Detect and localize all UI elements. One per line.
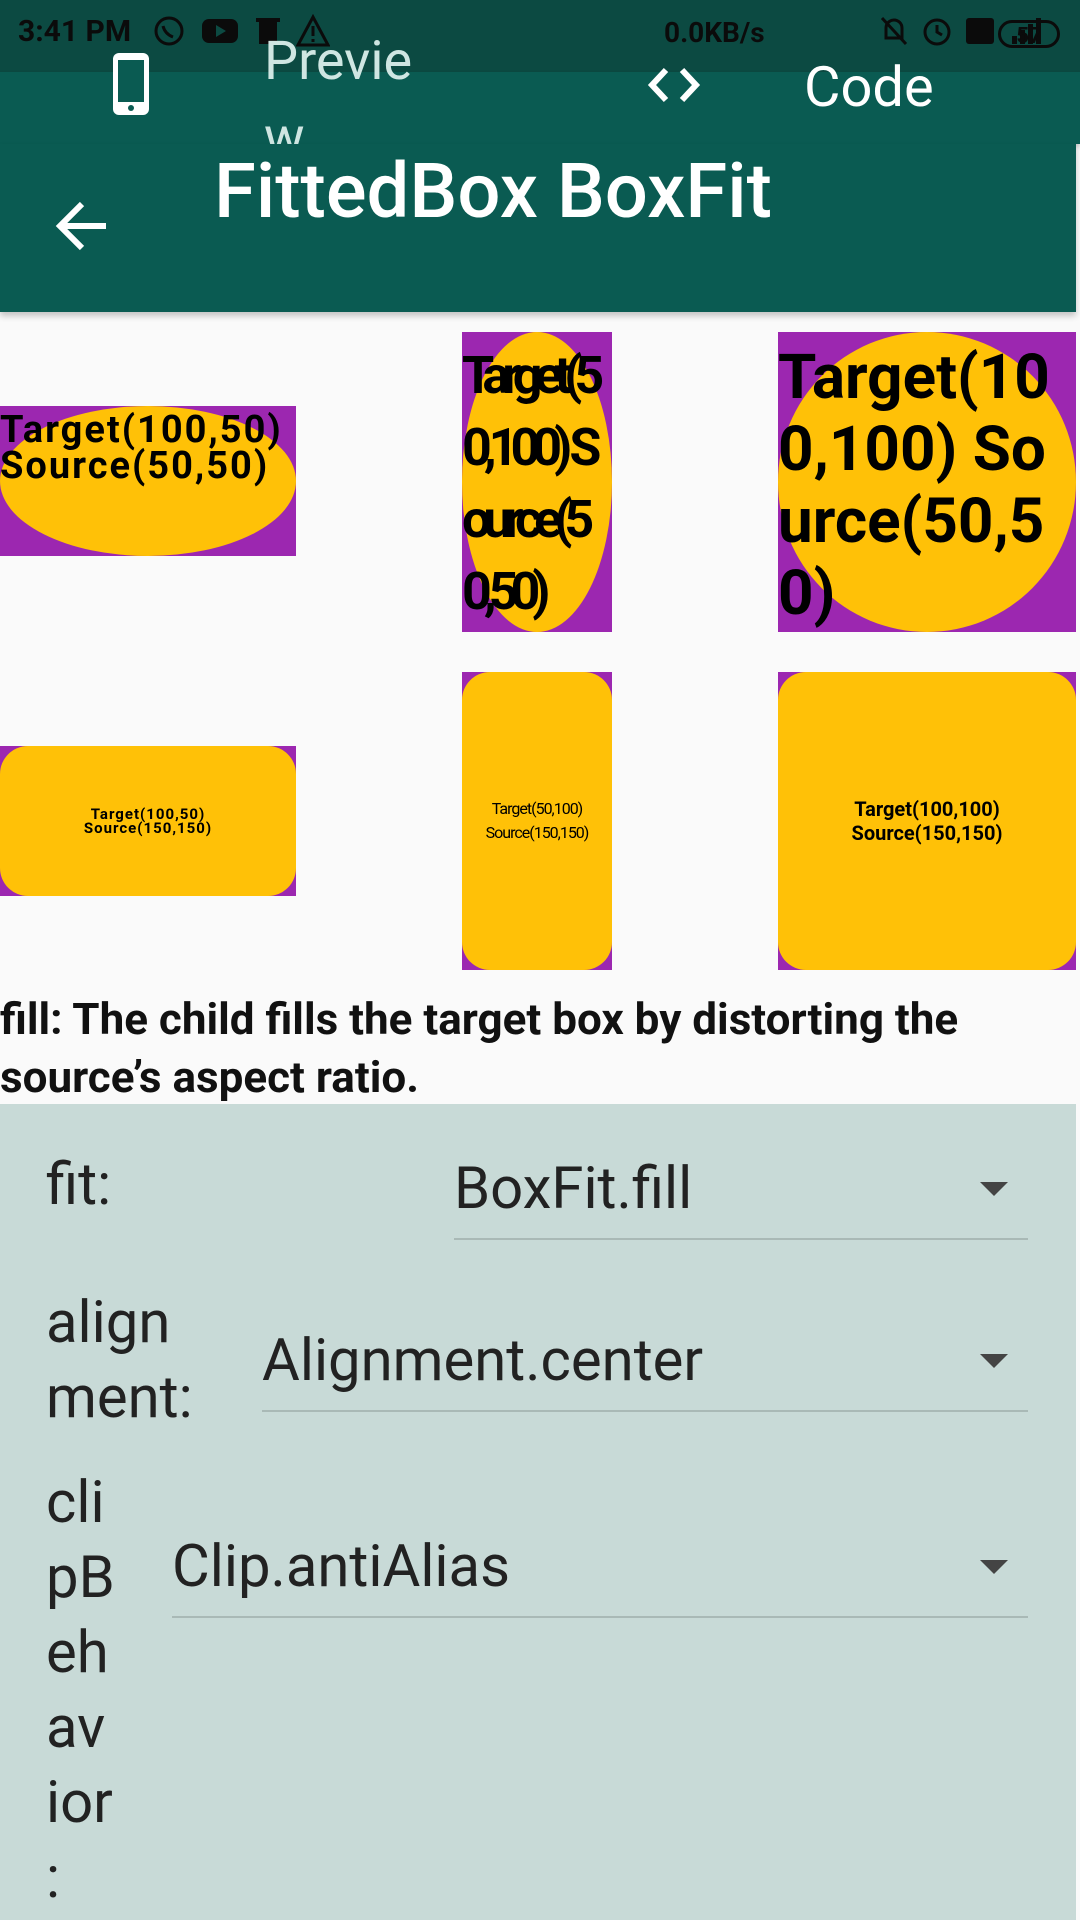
phone-icon[interactable] — [110, 50, 152, 118]
demo-box-r2c3: Target(100,100) Source(150,150) — [778, 672, 1076, 970]
network-speed: 0.0KB/s — [664, 16, 765, 49]
fit-label: fit: — [46, 1151, 112, 1219]
demo-label: Target(100,100) Source(150,150) — [851, 797, 1003, 845]
demo-box-r2c1: Target(100,50) Source(150,150) — [0, 746, 296, 896]
dropdown-arrow-icon — [980, 1560, 1008, 1574]
battery-indicator: 57 — [998, 20, 1060, 49]
status-time: 3:41 PM — [18, 14, 132, 49]
demo-label: Target(50,100) Source(150,150) — [485, 799, 590, 842]
demo-label: Target(100,100) Source(50,50) — [778, 341, 1050, 630]
alarm-icon — [920, 14, 954, 55]
clip-value: Clip.antiAlias — [172, 1533, 511, 1601]
clip-dropdown[interactable]: Clip.antiAlias — [172, 1518, 1028, 1618]
dropdown-arrow-icon — [980, 1354, 1008, 1368]
demo-label: Target(100,50) Source(150,150) — [83, 805, 213, 837]
whatsapp-icon — [152, 14, 186, 55]
alignment-dropdown[interactable]: Alignment.center — [262, 1312, 1028, 1412]
demo-box-r1c2: Target(50,100) Source(50,50) — [462, 332, 612, 632]
demo-box-r1c1: Target(100,50) Source(50,50) — [0, 406, 296, 556]
youtube-icon — [200, 14, 240, 55]
controls-panel: fit: BoxFit.fill align ment: Alignment.c… — [0, 1104, 1076, 1920]
fit-description: fill: The child fills the target box by … — [0, 993, 959, 1103]
app-bar: FittedBox BoxFit — [0, 144, 1076, 312]
page-title: FittedBox BoxFit — [214, 146, 772, 236]
demo-box-r1c3: Target(100,100) Source(50,50) — [778, 332, 1076, 632]
fit-value: BoxFit.fill — [454, 1155, 693, 1223]
demo-box-r2c2: Target(50,100) Source(150,150) — [462, 672, 612, 970]
volte-icon — [964, 14, 996, 55]
demo-label: Target(100,50) Source(50,50) — [0, 408, 283, 488]
code-icon[interactable] — [642, 58, 706, 112]
alignment-label: align ment: — [46, 1289, 193, 1432]
back-arrow-icon[interactable] — [52, 196, 112, 256]
demo-label: Target(50,100) Source(50,50) — [462, 345, 604, 622]
alignment-value: Alignment.center — [262, 1327, 704, 1395]
mute-icon — [878, 14, 910, 55]
tab-code[interactable]: Code — [804, 54, 934, 120]
tab-bar: Previe w Code — [0, 30, 1080, 169]
clip-label: cli pB eh av ior : — [46, 1469, 115, 1912]
fit-dropdown[interactable]: BoxFit.fill — [454, 1140, 1028, 1240]
dropdown-arrow-icon — [980, 1182, 1008, 1196]
